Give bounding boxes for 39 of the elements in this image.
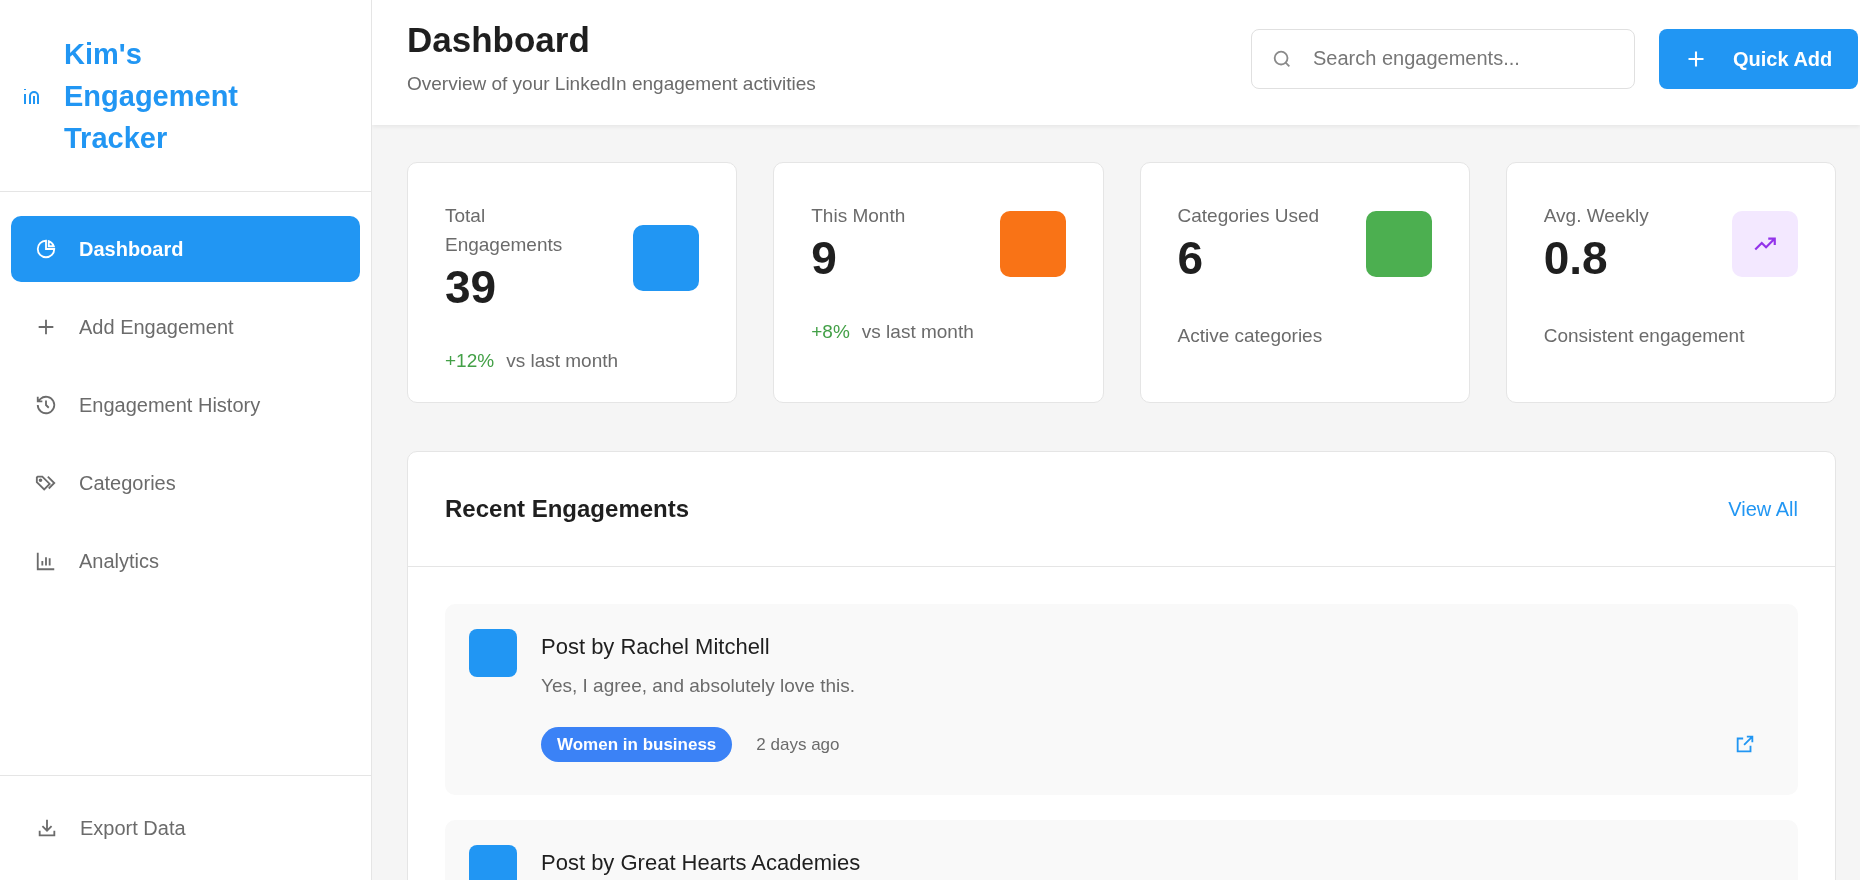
download-icon — [36, 817, 58, 839]
export-data-button[interactable]: Export Data — [36, 813, 186, 843]
view-all-link[interactable]: View All — [1728, 494, 1798, 524]
nav-item[interactable]: Dashboard — [11, 216, 360, 282]
engagement-comment: Yes, I agree, and absolutely love this. — [541, 674, 857, 698]
engagement-title: Post by Rachel Mitchell — [541, 633, 771, 661]
stat-label: Categories Used — [1177, 204, 1321, 228]
app-title: Kim's Engagement Tracker — [64, 36, 240, 156]
page-title: Dashboard — [407, 19, 591, 62]
nav-item[interactable]: Add Engagement — [11, 294, 360, 360]
search-field[interactable]: Search engagements... — [1251, 28, 1635, 89]
category-tag: Women in business — [541, 726, 733, 762]
stat-value: 6 — [1177, 231, 1205, 286]
history-icon — [35, 394, 57, 416]
stat-label: Avg. Weekly — [1543, 204, 1650, 228]
engagement-icon-tile — [469, 629, 517, 677]
engagement-icon-tile — [469, 845, 517, 880]
stat-value: 39 — [445, 260, 498, 315]
time-ago: 2 days ago — [756, 733, 840, 756]
nav-item[interactable]: Categories — [11, 450, 360, 516]
stat-label: Total Engagements — [445, 204, 564, 257]
change-percent: +12% — [445, 349, 495, 373]
external-link-icon[interactable] — [1734, 733, 1756, 755]
change-percent: +8% — [811, 320, 850, 344]
stat-label: This Month — [811, 204, 907, 228]
stat-note: vs last month — [861, 320, 974, 344]
nav-item[interactable]: Engagement History — [11, 372, 360, 438]
engagement-title: Post by Great Hearts Academies — [541, 849, 862, 877]
stat-note: Consistent engagement — [1543, 324, 1745, 348]
page-subtitle: Overview of your LinkedIn engagement activities — [407, 72, 816, 97]
section-title: Recent Engagements — [445, 494, 690, 524]
stat-note: vs last month — [506, 349, 619, 373]
nav-item[interactable]: Analytics — [11, 528, 360, 594]
bar-chart-icon — [35, 550, 57, 572]
stat-value: 9 — [811, 231, 838, 286]
pie-chart-icon — [35, 238, 57, 260]
stat-value: 0.8 — [1543, 231, 1609, 286]
quick-add-button[interactable]: Quick Add — [1659, 28, 1858, 89]
stat-note: Active categories — [1177, 324, 1323, 348]
